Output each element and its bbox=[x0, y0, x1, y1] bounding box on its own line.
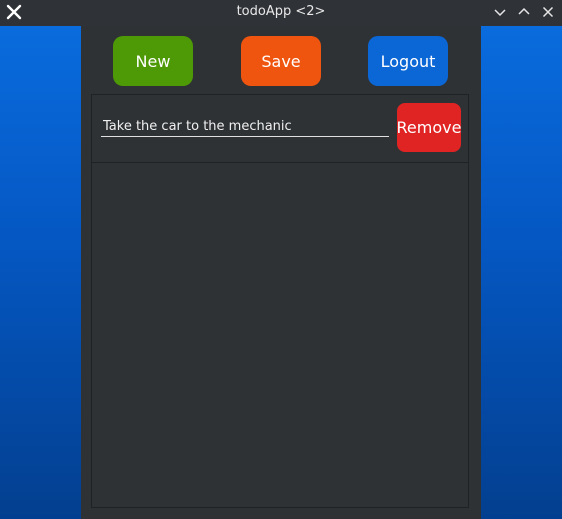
main-panel: New Save Logout Remove bbox=[81, 26, 481, 519]
close-icon[interactable] bbox=[540, 4, 556, 20]
todo-text-field[interactable] bbox=[101, 117, 389, 137]
window-title: todoApp <2> bbox=[236, 4, 326, 19]
list-item: Remove bbox=[92, 95, 468, 163]
maximize-icon[interactable] bbox=[516, 4, 532, 20]
todo-list: Remove bbox=[91, 94, 469, 508]
remove-button[interactable]: Remove bbox=[397, 103, 461, 152]
save-button[interactable]: Save bbox=[241, 36, 321, 86]
minimize-icon[interactable] bbox=[492, 4, 508, 20]
app-window: todoApp <2> New Save Logout Remove bbox=[0, 0, 562, 519]
logout-button[interactable]: Logout bbox=[368, 36, 448, 86]
title-bar[interactable]: todoApp <2> bbox=[0, 0, 562, 26]
new-button[interactable]: New bbox=[113, 36, 193, 86]
